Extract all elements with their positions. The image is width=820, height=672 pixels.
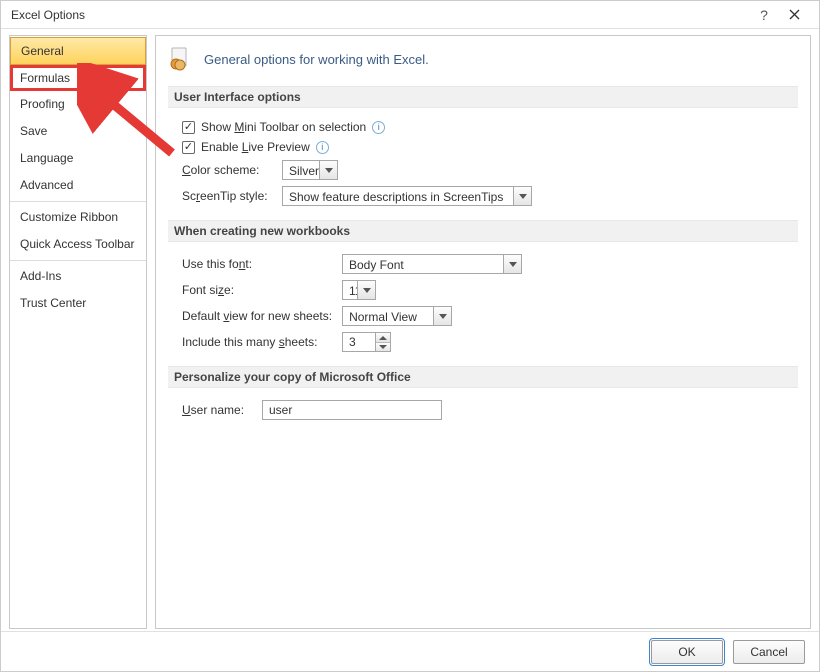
check-icon bbox=[182, 121, 195, 134]
font-size-dropdown[interactable]: 11 bbox=[342, 280, 376, 300]
sheet-count-spinner[interactable]: 3 bbox=[342, 332, 391, 352]
close-button[interactable] bbox=[779, 4, 809, 26]
sidebar-item-quick-access-toolbar[interactable]: Quick Access Toolbar bbox=[10, 231, 146, 258]
info-icon[interactable]: i bbox=[316, 141, 329, 154]
help-button[interactable]: ? bbox=[749, 4, 779, 26]
default-view-dropdown[interactable]: Normal View bbox=[342, 306, 452, 326]
section-user-interface: User Interface options bbox=[168, 86, 798, 108]
sidebar-item-proofing[interactable]: Proofing bbox=[10, 91, 146, 118]
default-font-label: Use this font: bbox=[182, 257, 332, 271]
color-scheme-dropdown[interactable]: Silver bbox=[282, 160, 338, 180]
user-name-label: User name: bbox=[182, 403, 252, 417]
page-heading: General options for working with Excel. bbox=[168, 46, 798, 72]
font-size-label: Font size: bbox=[182, 283, 332, 297]
section-new-workbooks: When creating new workbooks bbox=[168, 220, 798, 242]
sidebar-item-language[interactable]: Language bbox=[10, 145, 146, 172]
chevron-down-icon bbox=[513, 187, 531, 205]
sheet-count-label: Include this many sheets: bbox=[182, 335, 332, 349]
spinner-up-icon[interactable] bbox=[376, 333, 390, 342]
sidebar-divider bbox=[10, 201, 146, 202]
dialog-footer: OK Cancel bbox=[1, 631, 819, 671]
main-panel: General options for working with Excel. … bbox=[155, 35, 811, 629]
sidebar-item-general[interactable]: General bbox=[10, 37, 146, 65]
checkbox-label: Show Mini Toolbar on selection bbox=[201, 120, 366, 134]
checkbox-mini-toolbar[interactable]: Show Mini Toolbar on selection i bbox=[182, 120, 794, 134]
cancel-button[interactable]: Cancel bbox=[733, 640, 805, 664]
checkbox-live-preview[interactable]: Enable Live Preview i bbox=[182, 140, 794, 154]
screentip-style-dropdown[interactable]: Show feature descriptions in ScreenTips bbox=[282, 186, 532, 206]
color-scheme-label: Color scheme: bbox=[182, 163, 272, 177]
sidebar-item-save[interactable]: Save bbox=[10, 118, 146, 145]
sidebar-item-add-ins[interactable]: Add-Ins bbox=[10, 263, 146, 290]
sidebar-item-trust-center[interactable]: Trust Center bbox=[10, 290, 146, 317]
chevron-down-icon bbox=[319, 161, 337, 179]
user-name-input[interactable]: user bbox=[262, 400, 442, 420]
checkbox-label: Enable Live Preview bbox=[201, 140, 310, 154]
chevron-down-icon bbox=[357, 281, 375, 299]
general-options-icon bbox=[168, 46, 194, 72]
close-icon bbox=[789, 9, 800, 20]
default-view-label: Default view for new sheets: bbox=[182, 309, 332, 323]
info-icon[interactable]: i bbox=[372, 121, 385, 134]
sidebar-divider bbox=[10, 260, 146, 261]
window-title: Excel Options bbox=[11, 8, 749, 22]
ok-button[interactable]: OK bbox=[651, 640, 723, 664]
default-font-dropdown[interactable]: Body Font bbox=[342, 254, 522, 274]
chevron-down-icon bbox=[433, 307, 451, 325]
sidebar-item-customize-ribbon[interactable]: Customize Ribbon bbox=[10, 204, 146, 231]
sidebar: General Formulas Proofing Save Language … bbox=[9, 35, 147, 629]
sidebar-item-formulas[interactable]: Formulas bbox=[10, 65, 146, 91]
titlebar: Excel Options ? bbox=[1, 1, 819, 29]
section-personalize: Personalize your copy of Microsoft Offic… bbox=[168, 366, 798, 388]
sidebar-item-advanced[interactable]: Advanced bbox=[10, 172, 146, 199]
chevron-down-icon bbox=[503, 255, 521, 273]
screentip-style-label: ScreenTip style: bbox=[182, 189, 272, 203]
spinner-down-icon[interactable] bbox=[376, 342, 390, 351]
check-icon bbox=[182, 141, 195, 154]
